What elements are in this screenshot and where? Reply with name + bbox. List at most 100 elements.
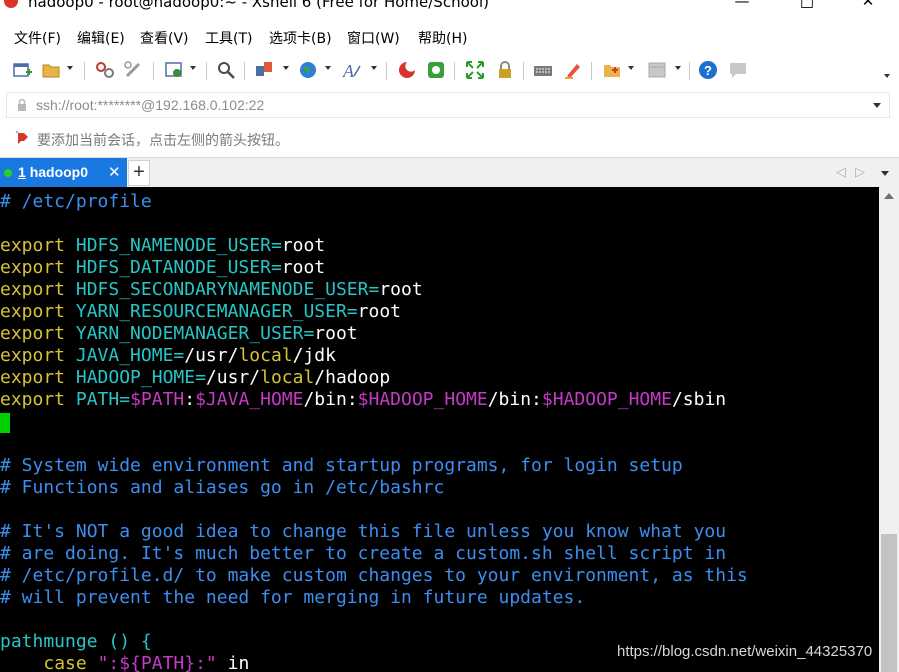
globe-icon[interactable] bbox=[298, 60, 318, 80]
var-name: YARN_RESOURCEMANAGER_USER= bbox=[75, 301, 358, 322]
tab-bar: 1 hadoop0 ✕ + ◁ ▷ bbox=[0, 157, 899, 188]
export-keyword: export bbox=[0, 367, 66, 388]
terminal-line: export HDFS_NAMENODE_USER=root bbox=[0, 235, 325, 257]
tab-prev-icon[interactable]: ◁ bbox=[836, 165, 846, 180]
menu-edit[interactable]: 编辑(E) bbox=[77, 28, 125, 48]
terminal-line: # System wide environment and startup pr… bbox=[0, 455, 683, 476]
tab-label: 1 hadoop0 bbox=[18, 164, 88, 180]
lock-icon bbox=[18, 99, 26, 111]
new-session-icon[interactable] bbox=[12, 60, 32, 80]
path-separator: /bin: bbox=[487, 389, 542, 410]
keyboard-icon[interactable] bbox=[533, 60, 553, 80]
terminal-line: export YARN_NODEMANAGER_USER=root bbox=[0, 323, 358, 345]
export-keyword: export bbox=[0, 279, 66, 300]
connected-status-dot bbox=[4, 169, 12, 177]
address-input[interactable]: ssh://root:********@192.168.0.102:22 bbox=[36, 97, 264, 113]
var-value: root bbox=[314, 323, 358, 344]
tab-hadoop0[interactable]: 1 hadoop0 ✕ bbox=[0, 158, 127, 188]
path-separator: /sbin bbox=[671, 389, 727, 410]
terminal-cursor bbox=[0, 413, 10, 433]
terminal-output[interactable]: # /etc/profile export HDFS_NAMENODE_USER… bbox=[0, 187, 879, 672]
menu-bar: 文件(F) 编辑(E) 查看(V) 工具(T) 选项卡(B) 窗口(W) 帮助(… bbox=[0, 14, 899, 54]
minimize-button[interactable]: — bbox=[732, 0, 752, 12]
properties-dropdown-icon[interactable] bbox=[190, 66, 196, 70]
tab-number: 1 bbox=[18, 164, 26, 180]
var-value: root bbox=[379, 279, 423, 300]
properties-icon[interactable] bbox=[164, 60, 184, 80]
layout-dropdown-icon[interactable] bbox=[675, 66, 681, 70]
scroll-up-icon[interactable] bbox=[884, 193, 894, 199]
menu-window[interactable]: 窗口(W) bbox=[347, 28, 400, 48]
address-dropdown-icon[interactable] bbox=[873, 103, 881, 108]
connect-icon[interactable] bbox=[95, 60, 115, 80]
close-button[interactable]: ✕ bbox=[858, 0, 878, 12]
watermark: https://blog.csdn.net/weixin_44325370 bbox=[617, 643, 873, 660]
xftp-icon[interactable] bbox=[426, 60, 446, 80]
export-keyword: export bbox=[0, 257, 66, 278]
terminal-line: export YARN_RESOURCEMANAGER_USER=root bbox=[0, 301, 401, 323]
menu-file[interactable]: 文件(F) bbox=[14, 28, 61, 48]
case-string: ":${PATH}:" bbox=[97, 653, 217, 672]
scroll-thumb[interactable] bbox=[881, 534, 897, 672]
open-folder-dropdown-icon[interactable] bbox=[67, 66, 73, 70]
xshell-app-icon bbox=[4, 0, 18, 8]
path-variable: $JAVA_HOME bbox=[195, 389, 304, 410]
terminal-line: # It's NOT a good idea to change this fi… bbox=[0, 521, 727, 542]
find-icon[interactable] bbox=[216, 60, 236, 80]
toolbar-separator bbox=[454, 62, 455, 80]
session-hint-bar: 要添加当前会话，点击左侧的箭头按钮。 bbox=[0, 122, 899, 156]
terminal-line: # are doing. It's much better to create … bbox=[0, 543, 727, 564]
font-icon[interactable]: A bbox=[342, 60, 362, 80]
fullscreen-icon[interactable] bbox=[465, 60, 485, 80]
var-name: HADOOP_HOME= bbox=[75, 367, 206, 388]
disconnect-icon[interactable] bbox=[123, 60, 143, 80]
toolbar-separator bbox=[84, 62, 85, 80]
toolbar-overflow-icon[interactable] bbox=[884, 74, 890, 78]
path-segment: /usr/ bbox=[205, 367, 261, 388]
compose-dropdown-icon[interactable] bbox=[628, 66, 634, 70]
var-name: JAVA_HOME= bbox=[75, 345, 185, 366]
transfer-dropdown-icon[interactable] bbox=[283, 66, 289, 70]
menu-help[interactable]: 帮助(H) bbox=[418, 28, 467, 48]
path-variable: $PATH bbox=[130, 389, 185, 410]
export-keyword: export bbox=[0, 389, 66, 410]
toolbar-separator bbox=[206, 62, 207, 80]
path-segment: /hadoop bbox=[314, 367, 391, 388]
maximize-button[interactable]: □ bbox=[797, 0, 817, 12]
menu-view[interactable]: 查看(V) bbox=[140, 28, 189, 48]
terminal-line: case ":${PATH}:" in bbox=[0, 653, 249, 672]
path-segment: local bbox=[260, 367, 315, 388]
toolbar-separator bbox=[386, 62, 387, 80]
close-tab-icon[interactable]: ✕ bbox=[108, 163, 121, 181]
toolbar-separator bbox=[523, 62, 524, 80]
highlight-icon[interactable] bbox=[563, 60, 583, 80]
toolbar: A ? bbox=[0, 54, 899, 88]
font-dropdown-icon[interactable] bbox=[371, 66, 377, 70]
var-name: HDFS_SECONDARYNAMENODE_USER= bbox=[75, 279, 380, 300]
open-folder-icon[interactable] bbox=[41, 60, 61, 80]
in-keyword: in bbox=[216, 653, 250, 672]
menu-tab[interactable]: 选项卡(B) bbox=[269, 28, 332, 48]
tab-list-dropdown-icon[interactable] bbox=[881, 171, 889, 176]
path-segment: /jdk bbox=[292, 345, 336, 366]
chat-icon[interactable] bbox=[728, 60, 748, 80]
lock-icon[interactable] bbox=[495, 60, 515, 80]
terminal-line: export HDFS_DATANODE_USER=root bbox=[0, 257, 325, 279]
globe-dropdown-icon[interactable] bbox=[325, 66, 331, 70]
layout-icon[interactable] bbox=[647, 60, 667, 80]
transfer-icon[interactable] bbox=[254, 60, 274, 80]
var-name: PATH= bbox=[75, 389, 131, 410]
add-tab-button[interactable]: + bbox=[128, 160, 150, 186]
tab-next-icon[interactable]: ▷ bbox=[855, 165, 865, 180]
toolbar-separator bbox=[244, 62, 245, 80]
terminal-scrollbar[interactable] bbox=[879, 187, 899, 672]
help-icon[interactable]: ? bbox=[698, 60, 718, 80]
terminal-line: export JAVA_HOME=/usr/local/jdk bbox=[0, 345, 336, 367]
menu-tools[interactable]: 工具(T) bbox=[205, 28, 252, 48]
compose-icon[interactable] bbox=[602, 60, 622, 80]
xshell-icon[interactable] bbox=[397, 60, 417, 80]
address-bar[interactable]: ssh://root:********@192.168.0.102:22 bbox=[6, 92, 890, 118]
window-title: hadoop0 - root@hadoop0:~ - Xshell 6 (Fre… bbox=[28, 0, 489, 11]
add-session-arrow-icon[interactable] bbox=[15, 130, 31, 146]
